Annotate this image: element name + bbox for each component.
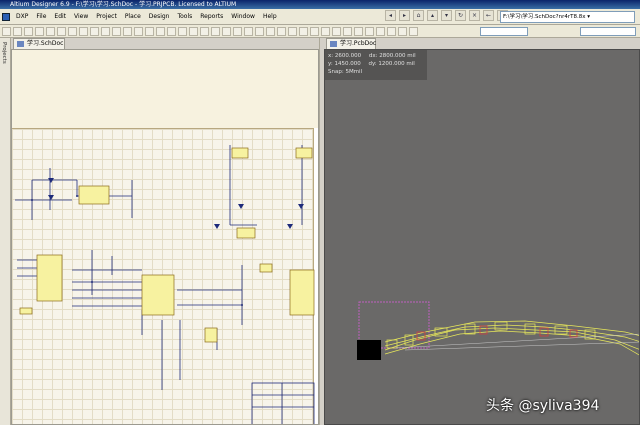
pcb-layer-icon[interactable]	[332, 26, 341, 36]
zoom-fit-icon[interactable]	[68, 26, 77, 36]
redo-icon[interactable]	[167, 26, 176, 36]
polygon-icon[interactable]	[376, 26, 385, 36]
place-sheet-icon[interactable]	[255, 26, 264, 36]
menu-view[interactable]: View	[70, 13, 92, 20]
place-gnd-icon[interactable]	[222, 26, 231, 36]
zoom-out-icon[interactable]	[57, 26, 66, 36]
place-wire-icon[interactable]	[189, 26, 198, 36]
projects-panel-tab[interactable]: Projects	[0, 38, 11, 425]
print-preview-icon[interactable]	[35, 26, 44, 36]
document-path-field[interactable]: F:\学习\学习.SchDoc?nr4rT8.8x ▾	[500, 11, 635, 23]
zoom-in-icon[interactable]	[46, 26, 55, 36]
place-net-label-icon[interactable]	[211, 26, 220, 36]
no-erc-icon[interactable]	[277, 26, 286, 36]
pcb-editor[interactable]: x: 2600.000 dx: 2800.000 mil y: 1450.000…	[324, 49, 640, 425]
place-bus-icon[interactable]	[200, 26, 209, 36]
clear-filter-icon[interactable]	[145, 26, 154, 36]
app-icon	[2, 12, 10, 21]
place-part-icon[interactable]	[244, 26, 253, 36]
dimension-icon[interactable]	[398, 26, 407, 36]
place-port-icon[interactable]	[266, 26, 275, 36]
save-icon[interactable]	[13, 26, 22, 36]
layer-combo[interactable]	[480, 27, 528, 36]
refresh-icon[interactable]: ↻	[455, 10, 466, 21]
print-icon[interactable]	[24, 26, 33, 36]
stop-icon[interactable]: ×	[469, 10, 480, 21]
pad-icon[interactable]	[365, 26, 374, 36]
schematic-doc-icon	[17, 41, 24, 47]
drawing-tools-icon[interactable]	[299, 26, 308, 36]
menu-design[interactable]: Design	[145, 13, 174, 20]
home-icon[interactable]: ⌂	[413, 10, 424, 21]
deselect-icon[interactable]	[134, 26, 143, 36]
down-icon[interactable]: ▾	[441, 10, 452, 21]
menu-project[interactable]: Project	[92, 13, 121, 20]
forward-icon[interactable]: ▸	[399, 10, 410, 21]
text-icon[interactable]	[387, 26, 396, 36]
menu-tools[interactable]: Tools	[173, 13, 196, 20]
menu-reports[interactable]: Reports	[196, 13, 227, 20]
menu-edit[interactable]: Edit	[50, 13, 70, 20]
tab-schematic-label: 学习.SchDoc	[27, 40, 64, 47]
undo-icon[interactable]	[156, 26, 165, 36]
tab-pcb-label: 学习.PcbDoc	[340, 40, 377, 47]
window-title: Altium Designer 6.9 - F:\学习\学习.SchDoc - …	[0, 0, 640, 9]
watermark: 头条 @syliva394	[486, 398, 600, 414]
schematic-drawing	[15, 145, 315, 424]
menu-dxp[interactable]: DXP	[12, 13, 32, 20]
navigation-toolbar: ◂ ▸ ⌂ ▴ ▾ ↻ × ← →	[385, 10, 508, 21]
pcb-drawing	[357, 301, 639, 360]
paste-icon[interactable]	[101, 26, 110, 36]
standard-toolbar	[0, 25, 640, 38]
menu-help[interactable]: Help	[259, 13, 281, 20]
back-icon[interactable]: ◂	[385, 10, 396, 21]
up-icon[interactable]: ▴	[427, 10, 438, 21]
cut-icon[interactable]	[79, 26, 88, 36]
menu-window[interactable]: Window	[227, 13, 259, 20]
tab-pcb[interactable]: 学习.PcbDoc	[326, 38, 376, 49]
arrow-left-icon[interactable]: ←	[483, 10, 494, 21]
open-icon[interactable]	[2, 26, 11, 36]
route-icon[interactable]	[343, 26, 352, 36]
move-icon[interactable]	[123, 26, 132, 36]
alignment-icon[interactable]	[310, 26, 319, 36]
menu-place[interactable]: Place	[121, 13, 145, 20]
filter-combo[interactable]	[580, 27, 636, 36]
copy-icon[interactable]	[90, 26, 99, 36]
schematic-editor[interactable]	[11, 49, 319, 425]
compile-icon[interactable]	[288, 26, 297, 36]
room-icon[interactable]	[409, 26, 418, 36]
tab-schematic[interactable]: 学习.SchDoc	[13, 38, 65, 49]
pcb-board-block	[357, 340, 381, 360]
select-icon[interactable]	[112, 26, 121, 36]
hierarchy-icon[interactable]	[178, 26, 187, 36]
menu-file[interactable]: File	[32, 13, 50, 20]
grid-icon[interactable]	[321, 26, 330, 36]
place-vcc-icon[interactable]	[233, 26, 242, 36]
pcb-doc-icon	[330, 41, 337, 47]
projects-panel-label: Projects	[1, 42, 7, 64]
via-icon[interactable]	[354, 26, 363, 36]
